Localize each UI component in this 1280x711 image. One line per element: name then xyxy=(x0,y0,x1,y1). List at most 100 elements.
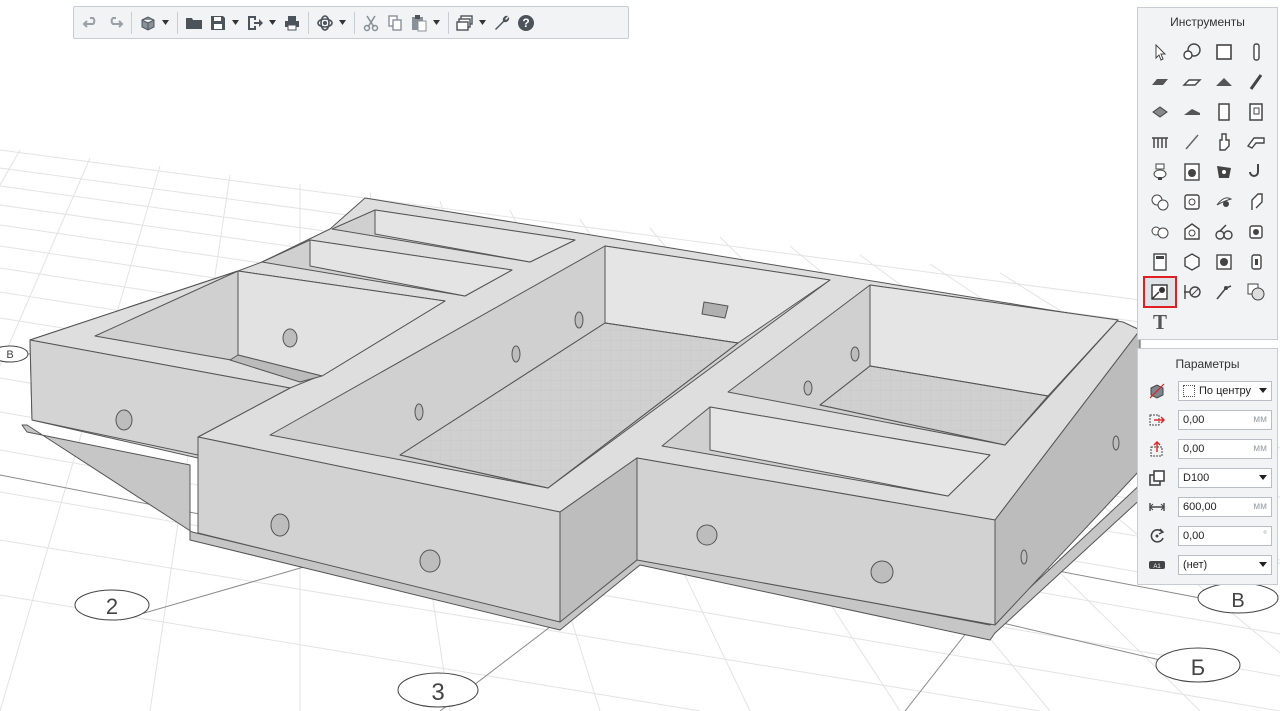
section-tool-icon[interactable] xyxy=(1208,277,1240,307)
fan-tool-icon[interactable] xyxy=(1208,187,1240,217)
depth-value: 600,00 xyxy=(1183,501,1217,513)
size-row: D100 xyxy=(1146,467,1272,489)
undo-icon[interactable] xyxy=(80,12,102,34)
plate-tool-icon[interactable] xyxy=(1176,67,1208,97)
drain-tool-icon[interactable] xyxy=(1240,157,1272,187)
orbit-icon[interactable] xyxy=(314,12,336,34)
opening-tool-icon[interactable] xyxy=(1143,276,1177,308)
chevron-down-icon xyxy=(1259,562,1267,567)
layers-icon[interactable] xyxy=(454,12,476,34)
pile-tool-icon[interactable] xyxy=(1176,37,1208,67)
offset-y-input[interactable]: 0,00 мм xyxy=(1178,439,1272,459)
door-tool-icon[interactable] xyxy=(1208,97,1240,127)
size-value: D100 xyxy=(1183,472,1210,484)
railing-tool-icon[interactable] xyxy=(1144,127,1176,157)
anchor-row: По центру xyxy=(1146,380,1272,402)
export-icon[interactable] xyxy=(244,12,266,34)
copy-icon[interactable] xyxy=(384,12,406,34)
boiler-tool-icon[interactable] xyxy=(1176,187,1208,217)
meter-tool-icon[interactable] xyxy=(1208,247,1240,277)
settings-wrench-icon[interactable] xyxy=(491,12,513,34)
switch-tool-icon[interactable] xyxy=(1208,217,1240,247)
duct-tool-icon[interactable] xyxy=(1240,187,1272,217)
axis-label-v-left: В xyxy=(6,349,13,361)
toolbar-separator xyxy=(354,11,355,34)
axis-label-2: 2 xyxy=(106,594,118,619)
line-tool-icon[interactable] xyxy=(1176,127,1208,157)
text-tool-icon[interactable]: T xyxy=(1144,307,1176,337)
offset-x-input[interactable]: 0,00 мм xyxy=(1178,410,1272,430)
size-profile-icon xyxy=(1146,468,1168,488)
view-cube-icon[interactable] xyxy=(137,12,159,34)
offset-x-unit: мм xyxy=(1253,414,1267,425)
parameters-title: Параметры xyxy=(1175,357,1240,371)
main-toolbar: ? xyxy=(73,6,629,39)
help-icon[interactable]: ? xyxy=(515,12,537,34)
toolbar-separator xyxy=(177,11,178,34)
toilet-tool-icon[interactable] xyxy=(1144,157,1176,187)
anchor-grid-icon xyxy=(1183,385,1195,397)
valve-tool-icon[interactable] xyxy=(1144,187,1176,217)
anchor-select[interactable]: По центру xyxy=(1178,381,1272,401)
rebar-tool-icon[interactable] xyxy=(1240,67,1272,97)
offset-y-icon xyxy=(1146,439,1168,459)
cable-tool-icon[interactable] xyxy=(1144,217,1176,247)
angle-unit: ° xyxy=(1263,530,1267,541)
angle-input[interactable]: 0,00 ° xyxy=(1178,526,1272,546)
paste-dropdown-arrow[interactable] xyxy=(432,12,441,34)
stair-tool-icon[interactable] xyxy=(1144,97,1176,127)
washing-machine-tool-icon[interactable] xyxy=(1176,157,1208,187)
orbit-dropdown-arrow[interactable] xyxy=(338,12,347,34)
view-dropdown-arrow[interactable] xyxy=(161,12,170,34)
toolbar-separator xyxy=(448,11,449,34)
redo-icon[interactable] xyxy=(104,12,126,34)
ramp-tool-icon[interactable] xyxy=(1176,97,1208,127)
parameters-panel: Параметры По центру 0,00 мм 0,00 мм D100 xyxy=(1137,348,1278,585)
toolbar-separator xyxy=(131,11,132,34)
foundation-model[interactable] xyxy=(21,197,1146,641)
export-dropdown-arrow[interactable] xyxy=(268,12,277,34)
rotation-icon xyxy=(1146,526,1168,546)
print-icon[interactable] xyxy=(281,12,303,34)
lamp-tool-icon[interactable] xyxy=(1176,217,1208,247)
outlet-tool-icon[interactable] xyxy=(1240,247,1272,277)
save-icon[interactable] xyxy=(207,12,229,34)
depth-row: 600,00 мм xyxy=(1146,496,1272,518)
paste-icon[interactable] xyxy=(408,12,430,34)
select-cursor-icon[interactable] xyxy=(1144,37,1176,67)
pipe-tool-icon[interactable] xyxy=(1240,127,1272,157)
offset-x-row: 0,00 мм xyxy=(1146,409,1272,431)
viewport-canvas[interactable]: 2 3 В Б В xyxy=(0,0,1280,711)
slab-tool-icon[interactable] xyxy=(1208,37,1240,67)
depth-input[interactable]: 600,00 мм xyxy=(1178,497,1272,517)
column-tool-icon[interactable] xyxy=(1240,37,1272,67)
axis-label-b: Б xyxy=(1191,655,1205,680)
cut-icon[interactable] xyxy=(360,12,382,34)
save-dropdown-arrow[interactable] xyxy=(231,12,240,34)
offset-y-unit: мм xyxy=(1253,443,1267,454)
svg-text:?: ? xyxy=(522,16,529,30)
open-folder-icon[interactable] xyxy=(183,12,205,34)
offset-y-value: 0,00 xyxy=(1183,443,1205,455)
sensor-tool-icon[interactable] xyxy=(1176,247,1208,277)
socket-tool-icon[interactable] xyxy=(1240,217,1272,247)
chevron-down-icon xyxy=(1259,475,1267,480)
size-select[interactable]: D100 xyxy=(1178,468,1272,488)
dimension-tool-icon[interactable] xyxy=(1176,277,1208,307)
roof-tool-icon[interactable] xyxy=(1208,67,1240,97)
angle-row: 0,00 ° xyxy=(1146,525,1272,547)
area-tool-icon[interactable] xyxy=(1240,277,1272,307)
panel-tool-icon[interactable] xyxy=(1144,247,1176,277)
3d-viewport[interactable]: 2 3 В Б В xyxy=(0,0,1280,711)
layers-dropdown-arrow[interactable] xyxy=(478,12,487,34)
axis-label-v-right: В xyxy=(1231,590,1244,612)
toolbar-separator xyxy=(308,11,309,34)
instruments-title: Инструменты xyxy=(1170,15,1245,29)
offset-x-icon xyxy=(1146,410,1168,430)
layer-select[interactable]: (нет) xyxy=(1178,555,1272,575)
sanitary-tool-icon[interactable] xyxy=(1208,127,1240,157)
beam-tool-icon[interactable] xyxy=(1144,67,1176,97)
window-tool-icon[interactable] xyxy=(1240,97,1272,127)
pump-tool-icon[interactable] xyxy=(1208,157,1240,187)
layer-tag-icon: A1 xyxy=(1146,555,1168,575)
